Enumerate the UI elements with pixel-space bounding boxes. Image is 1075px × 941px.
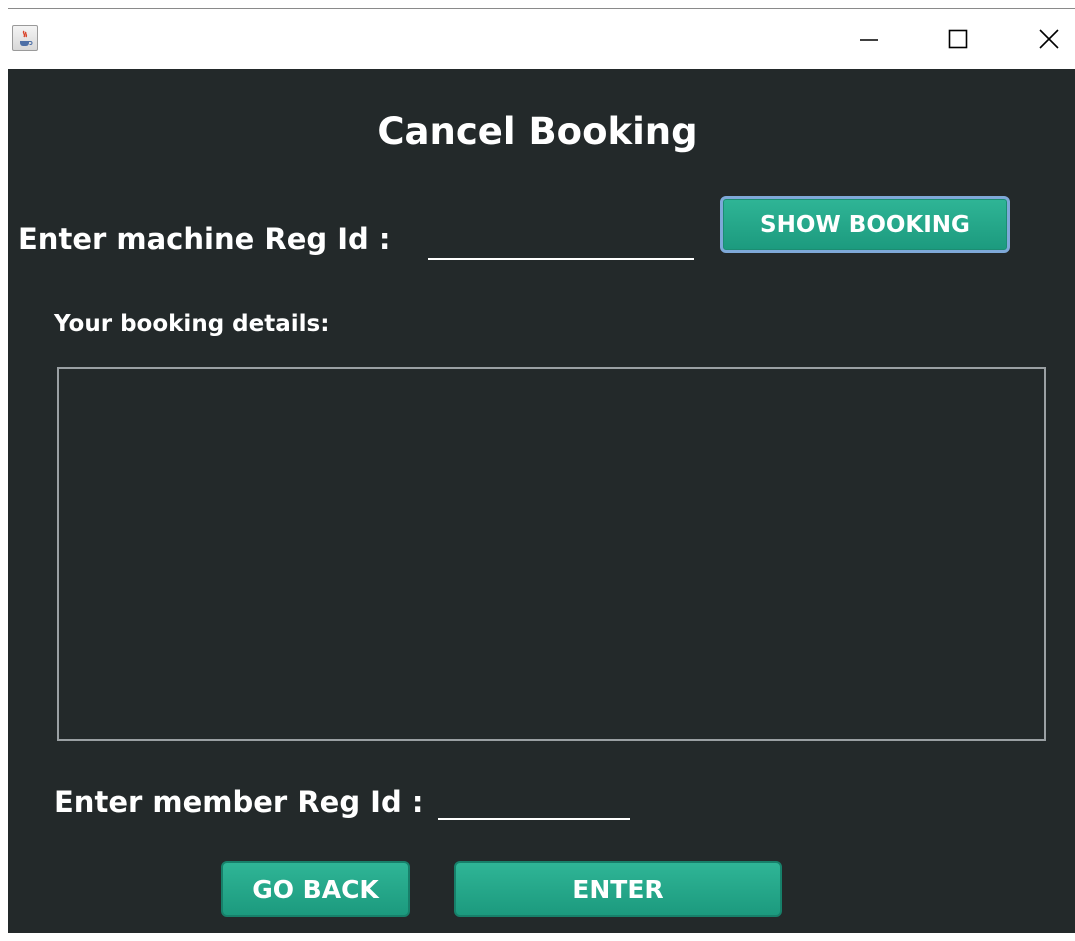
window-bottom-edge <box>0 933 1075 941</box>
maximize-icon <box>948 29 968 49</box>
booking-details-textarea[interactable] <box>57 367 1046 741</box>
go-back-button[interactable]: GO BACK <box>221 861 410 917</box>
minimize-icon <box>860 39 878 41</box>
application-window: Cancel Booking Enter machine Reg Id : SH… <box>0 0 1075 941</box>
page-title: Cancel Booking <box>377 110 698 153</box>
minimize-button[interactable] <box>847 19 891 59</box>
close-icon <box>1039 29 1059 49</box>
close-button[interactable] <box>1027 19 1071 59</box>
enter-button[interactable]: ENTER <box>454 861 782 917</box>
machine-reg-id-input[interactable] <box>428 226 694 260</box>
machine-reg-id-label: Enter machine Reg Id : <box>18 222 391 256</box>
member-reg-id-label: Enter member Reg Id : <box>54 785 424 819</box>
maximize-button[interactable] <box>936 19 980 59</box>
java-coffee-icon[interactable] <box>12 25 38 51</box>
title-bar[interactable] <box>8 8 1075 69</box>
show-booking-button[interactable]: SHOW BOOKING <box>720 196 1010 253</box>
member-reg-id-input[interactable] <box>438 786 630 820</box>
booking-details-label: Your booking details: <box>54 311 330 337</box>
